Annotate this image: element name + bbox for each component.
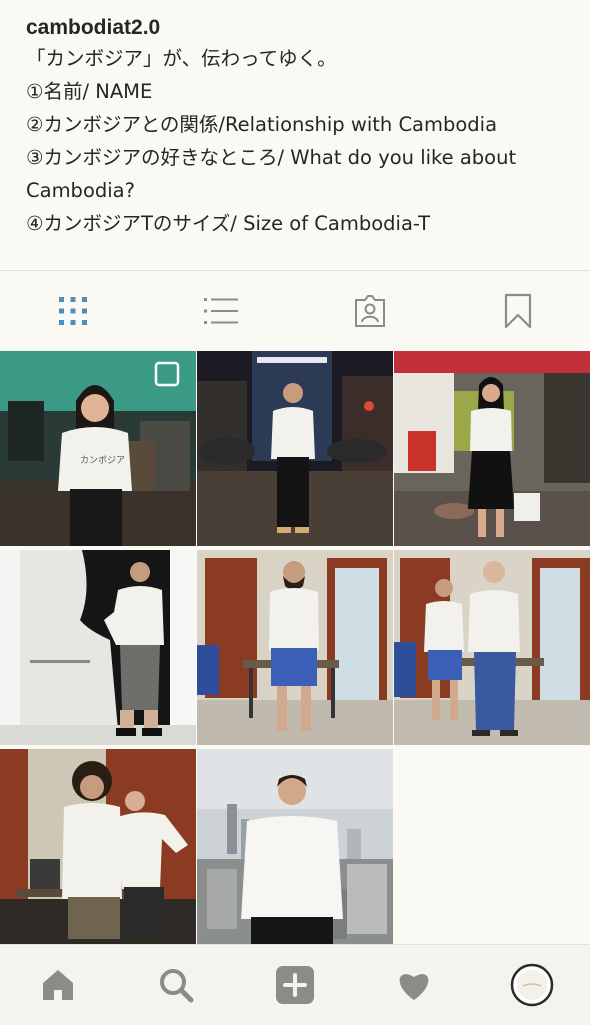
bio-line-tagline: 「カンボジア」が、伝わってゆく。 (26, 47, 337, 70)
photo-tile-7[interactable] (0, 749, 196, 944)
bio-line-likes: ③カンボジアの好きなところ/ What do you like about Ca… (26, 146, 517, 202)
shirt-print-text: カンボジア (80, 455, 125, 466)
profile-bio: cambodiat2.0 「カンボジア」が、伝わってゆく。 ①名前/ NAME … (26, 14, 578, 240)
photo-tile-4[interactable] (0, 550, 196, 745)
profile-tab-bar (0, 271, 590, 351)
tagged-person-icon (355, 295, 385, 327)
nav-profile-button[interactable] (510, 963, 554, 1007)
photo-tile-2[interactable] (197, 351, 393, 546)
bio-line-size: ④カンボジアTのサイズ/ Size of Cambodia-T (26, 212, 431, 235)
tab-list-view[interactable] (199, 289, 243, 333)
add-post-icon (276, 966, 314, 1004)
nav-search-button[interactable] (154, 963, 198, 1007)
tab-grid-view[interactable] (51, 289, 95, 333)
photo-tile-empty (394, 749, 590, 944)
photo-tile-8[interactable] (197, 749, 393, 944)
photo-grid: カンボジア (0, 351, 590, 944)
bio-line-relationship: ②カンボジアとの関係/Relationship with Cambodia (26, 113, 498, 136)
bio-line-name: ①名前/ NAME (26, 80, 153, 103)
photo-tile-5[interactable] (197, 550, 393, 745)
bottom-nav-bar (0, 944, 590, 1025)
profile-username[interactable]: cambodiat2.0 (26, 14, 578, 42)
list-icon (204, 298, 238, 324)
heart-icon (399, 974, 429, 1000)
tab-saved[interactable] (496, 289, 540, 333)
grid-icon (59, 297, 87, 325)
photo-tile-6[interactable] (394, 550, 590, 745)
search-icon (160, 969, 194, 1003)
bookmark-icon (504, 293, 532, 329)
profile-avatar-icon (510, 963, 554, 1007)
photo-tile-3[interactable] (394, 351, 590, 546)
photo-tile-1[interactable]: カンボジア (0, 351, 196, 546)
tab-tagged[interactable] (348, 289, 392, 333)
nav-home-button[interactable] (36, 963, 80, 1007)
home-icon (43, 970, 73, 1000)
nav-activity-button[interactable] (392, 963, 436, 1007)
nav-add-post-button[interactable] (273, 963, 317, 1007)
